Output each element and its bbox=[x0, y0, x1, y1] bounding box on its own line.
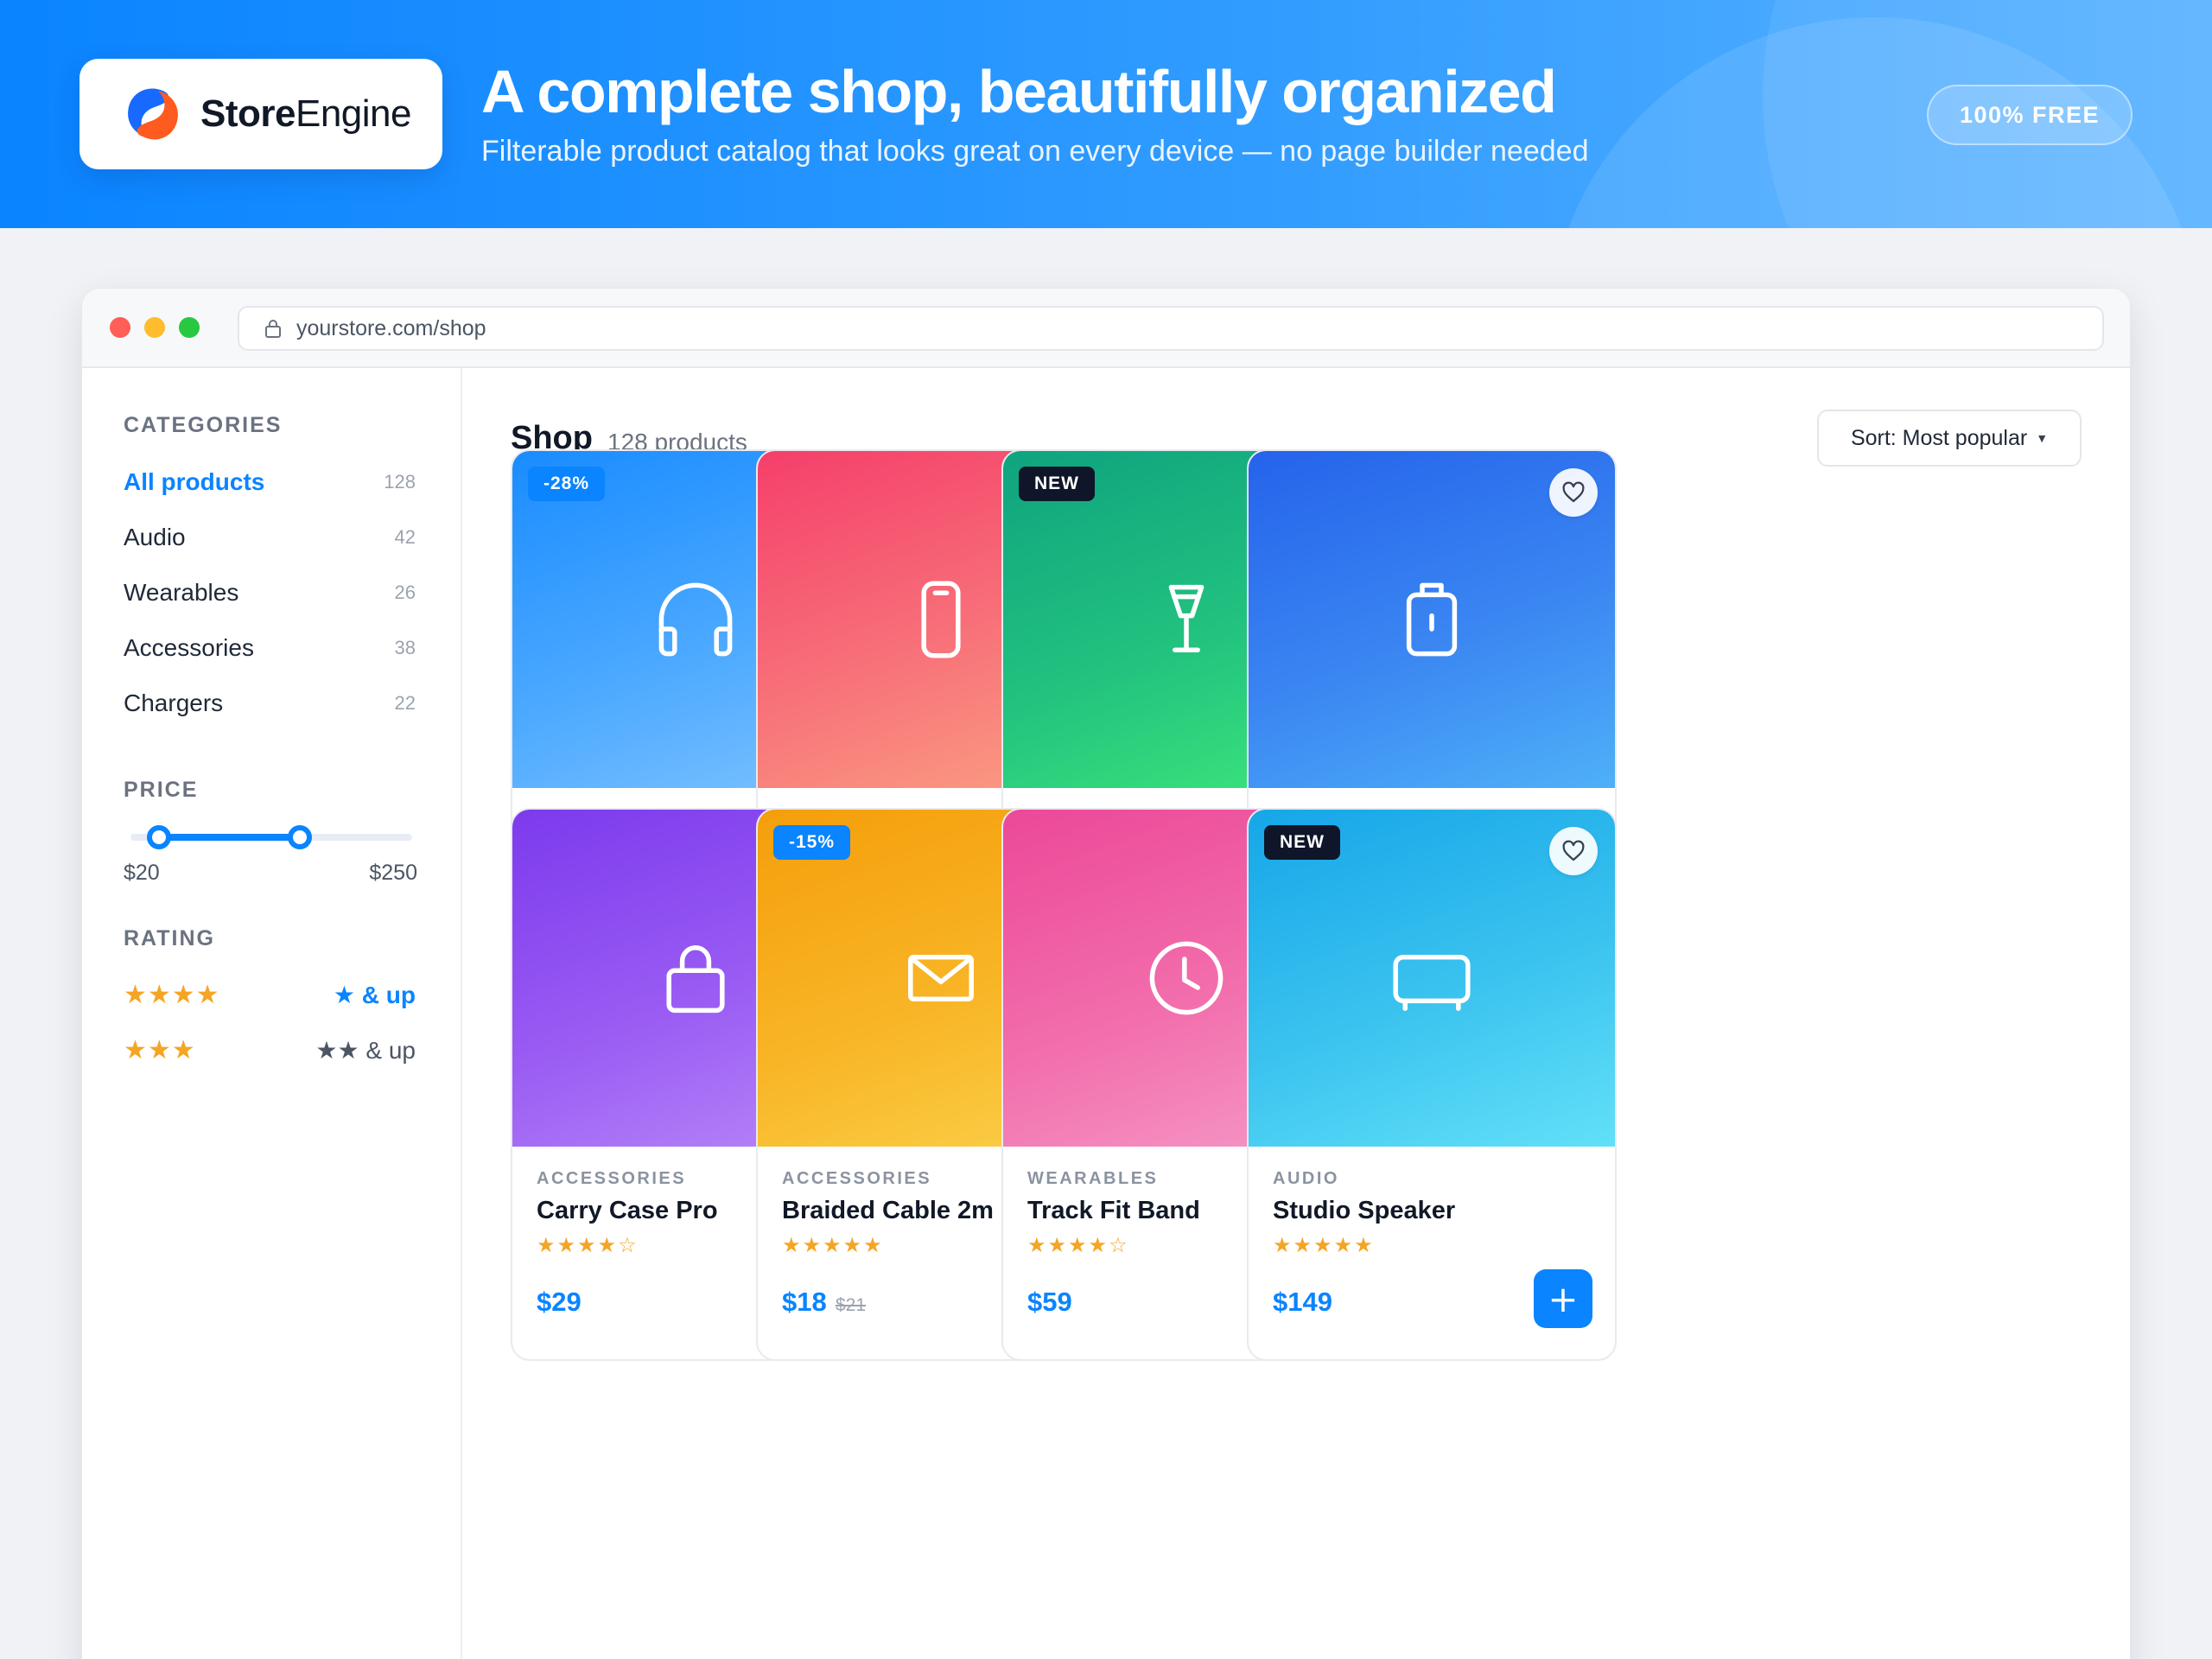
logo-card: StoreEngine bbox=[79, 59, 442, 169]
banner-subline: Filterable product catalog that looks gr… bbox=[481, 135, 1589, 168]
filter-sidebar: CATEGORIES All products 128 Audio 42 Wea… bbox=[82, 368, 462, 1659]
product-rating-stars: ★★★★★ bbox=[782, 1234, 884, 1257]
product-price: $29 bbox=[537, 1287, 582, 1317]
rating-filter-4-stars[interactable]: ★★★★ ★ & up bbox=[124, 980, 416, 1010]
product-old-price: $21 bbox=[836, 1295, 867, 1315]
product-card[interactable]: NEW AUDIO Studio Speaker ★★★★★ $149 + bbox=[1247, 808, 1617, 1361]
address-bar[interactable]: yourstore.com/shop bbox=[238, 306, 2104, 351]
category-count: 128 bbox=[384, 471, 416, 493]
category-label: Audio bbox=[124, 524, 186, 550]
price-range-slider[interactable] bbox=[130, 819, 412, 854]
rating-up-star-icon: ★ bbox=[333, 982, 355, 1008]
new-badge: NEW bbox=[1019, 467, 1095, 501]
rating-up-text: & up bbox=[355, 982, 416, 1008]
product-name[interactable]: Carry Case Pro bbox=[537, 1197, 718, 1225]
wishlist-button[interactable] bbox=[1549, 468, 1598, 517]
rating-filter-3-stars[interactable]: ★★★ ★★ & up bbox=[124, 1035, 416, 1065]
category-audio[interactable]: Audio 42 bbox=[124, 524, 416, 551]
add-to-cart-button[interactable]: + bbox=[1534, 1269, 1592, 1328]
discount-badge: -15% bbox=[773, 825, 851, 860]
close-window-dot[interactable] bbox=[110, 317, 130, 338]
logo-text-bold: Store bbox=[200, 92, 296, 135]
slider-fill bbox=[158, 834, 300, 841]
product-category: ACCESSORIES bbox=[782, 1169, 932, 1188]
category-all-products[interactable]: All products 128 bbox=[124, 468, 416, 496]
rating-up-text: & up bbox=[359, 1037, 416, 1064]
discount-badge: -28% bbox=[528, 467, 606, 501]
heart-icon bbox=[1562, 481, 1585, 503]
sort-label: Sort: Most popular bbox=[1850, 425, 2028, 450]
slider-max-handle[interactable] bbox=[287, 825, 312, 849]
rating-and-up-label: ★★ & up bbox=[315, 1036, 416, 1065]
slider-min-handle[interactable] bbox=[146, 825, 171, 849]
product-category: AUDIO bbox=[1273, 1169, 1339, 1188]
earbud-icon bbox=[1168, 584, 1205, 652]
product-rating-stars: ★★★★★ bbox=[1273, 1234, 1375, 1257]
price-max-label: $250 bbox=[369, 861, 417, 885]
product-price: $59 bbox=[1027, 1287, 1072, 1317]
category-accessories[interactable]: Accessories 38 bbox=[124, 634, 416, 662]
category-chargers[interactable]: Chargers 22 bbox=[124, 690, 416, 717]
header-banner: StoreEngine A complete shop, beautifully… bbox=[0, 0, 2212, 228]
free-pill: 100% FREE bbox=[1927, 85, 2133, 145]
envelope-icon bbox=[908, 955, 974, 1001]
bag-icon bbox=[666, 945, 725, 1014]
clock-icon bbox=[1149, 941, 1224, 1015]
category-count: 26 bbox=[394, 582, 416, 603]
logo-text: StoreEngine bbox=[200, 92, 412, 136]
rating-heading: RATING bbox=[124, 926, 215, 950]
category-label: Wearables bbox=[124, 579, 239, 606]
rating-stars: ★★★★ bbox=[124, 981, 220, 1009]
heart-icon bbox=[1562, 840, 1585, 861]
shop-main: Shop 128 products Sort: Most popular ▼ -2… bbox=[462, 368, 2130, 1659]
product-name[interactable]: Braided Cable 2m bbox=[782, 1197, 994, 1225]
category-label: All products bbox=[124, 468, 265, 495]
product-category: ACCESSORIES bbox=[537, 1169, 687, 1188]
category-count: 42 bbox=[394, 526, 416, 548]
product-name[interactable]: Studio Speaker bbox=[1273, 1197, 1455, 1225]
banner-headline: A complete shop, beautifully organized bbox=[481, 58, 1557, 125]
url-text: yourstore.com/shop bbox=[296, 315, 486, 340]
smartwatch-icon bbox=[921, 581, 961, 658]
category-count: 22 bbox=[394, 692, 416, 714]
product-name[interactable]: Track Fit Band bbox=[1027, 1197, 1200, 1225]
rating-stars: ★★★ bbox=[124, 1036, 196, 1065]
category-label: Chargers bbox=[124, 690, 224, 716]
new-badge: NEW bbox=[1264, 825, 1340, 860]
browser-window: yourstore.com/shop CATEGORIES All produc… bbox=[81, 288, 2131, 1659]
logo-text-regular: Engine bbox=[295, 92, 412, 135]
lock-icon bbox=[265, 320, 281, 338]
headphones-icon bbox=[658, 582, 733, 657]
rating-up-star-icon: ★★ bbox=[315, 1037, 359, 1064]
speaker-icon bbox=[1393, 955, 1471, 1011]
minimize-window-dot[interactable] bbox=[144, 317, 165, 338]
price-heading: PRICE bbox=[124, 778, 199, 802]
category-count: 38 bbox=[394, 637, 416, 658]
charger-icon bbox=[1406, 582, 1458, 657]
product-rating-stars: ★★★★☆ bbox=[537, 1234, 639, 1257]
categories-heading: CATEGORIES bbox=[124, 413, 283, 437]
storeengine-logo-icon bbox=[128, 88, 178, 140]
maximize-window-dot[interactable] bbox=[179, 317, 200, 338]
wishlist-button[interactable] bbox=[1549, 827, 1598, 875]
caret-down-icon: ▼ bbox=[2036, 431, 2049, 445]
rating-and-up-label: ★ & up bbox=[334, 981, 416, 1009]
sort-dropdown[interactable]: Sort: Most popular ▼ bbox=[1817, 410, 2082, 467]
product-price: $18 bbox=[782, 1287, 827, 1317]
browser-chrome: yourstore.com/shop bbox=[82, 289, 2130, 368]
product-category: WEARABLES bbox=[1027, 1169, 1159, 1188]
product-rating-stars: ★★★★☆ bbox=[1027, 1234, 1129, 1257]
product-price: $149 bbox=[1273, 1287, 1332, 1317]
category-wearables[interactable]: Wearables 26 bbox=[124, 579, 416, 607]
price-min-label: $20 bbox=[124, 861, 160, 885]
category-label: Accessories bbox=[124, 634, 254, 661]
